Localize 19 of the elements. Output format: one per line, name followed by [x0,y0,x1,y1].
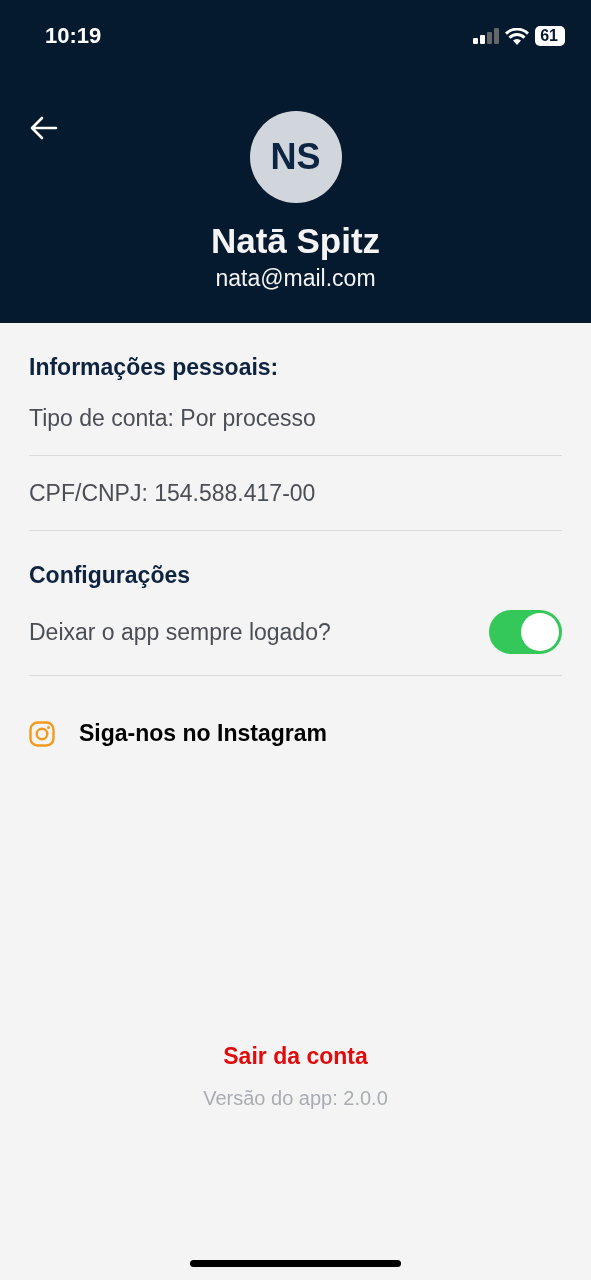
section-title: Configurações [29,562,192,589]
camera-icon [29,720,55,747]
signal-icon [473,28,500,44]
logout-button[interactable]: Sair da conta [223,1043,368,1070]
user-email: nata@mail.com [215,265,376,292]
instagram-link[interactable]: Siga-nos no Instagram [29,720,562,747]
user-name: Natā Spitz [210,221,381,261]
info-text: CPF/CNPJ: 154.588.417-00 [29,479,316,507]
status-time: 10:19 [45,23,102,49]
avatar-initials: NS [249,111,342,203]
info-text: Tipo de conta: Por processo [29,404,316,432]
wifi-icon [505,27,530,45]
back-arrow-icon [30,116,58,140]
section-title: Informações pessoais: [29,354,280,381]
app-version: Versão do app: 2.0.0 [203,1087,388,1110]
setting-label: Deixar o app sempre logado? [29,618,331,646]
back-button[interactable] [30,116,58,140]
battery-level: 61 [535,26,565,46]
toggle-switch[interactable] [489,610,562,654]
